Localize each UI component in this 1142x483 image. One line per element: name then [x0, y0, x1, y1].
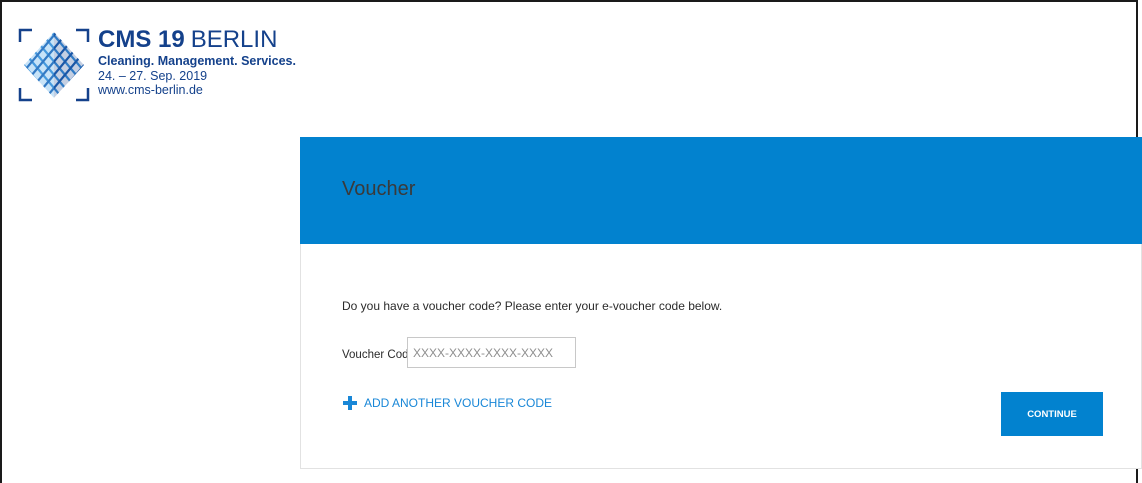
logo-tagline: Cleaning. Management. Services.	[98, 54, 296, 68]
logo-title: CMS 19 BERLIN	[98, 28, 296, 52]
voucher-code-input[interactable]	[407, 337, 576, 368]
voucher-card-header: Voucher	[300, 137, 1142, 244]
logo-text: CMS 19 BERLIN Cleaning. Management. Servi…	[98, 26, 296, 97]
add-another-voucher-label: ADD ANOTHER VOUCHER CODE	[364, 396, 553, 410]
add-another-voucher-link[interactable]: ADD ANOTHER VOUCHER CODE	[342, 393, 552, 413]
voucher-code-label: Voucher Code	[342, 349, 415, 361]
logo-title-city: BERLIN	[190, 26, 278, 53]
logo-dates: 24. – 27. Sep. 2019	[98, 68, 208, 83]
page-frame: CMS 19 BERLIN Cleaning. Management. Servi…	[0, 0, 1142, 483]
cms-logo: CMS 19 BERLIN Cleaning. Management. Servi…	[18, 26, 308, 108]
page-title: Voucher	[342, 178, 416, 200]
logo-url: www.cms-berlin.de	[98, 83, 203, 97]
voucher-prompt: Do you have a voucher code? Please enter…	[342, 299, 723, 313]
plus-icon	[343, 396, 357, 410]
voucher-card: Voucher Do you have a voucher code? Plea…	[300, 137, 1142, 469]
cms-diamond-logo-icon	[18, 28, 90, 102]
logo-title-bold: CMS 19	[98, 26, 185, 53]
continue-button[interactable]: CONTINUE	[1001, 392, 1103, 436]
